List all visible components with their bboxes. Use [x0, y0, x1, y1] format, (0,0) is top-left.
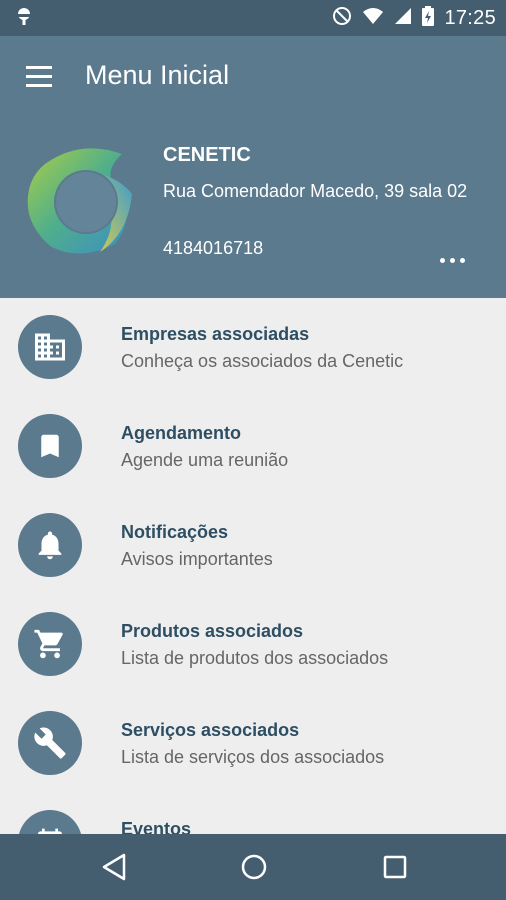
menu-item-servicos[interactable]: Serviços associados Lista de serviços do…: [0, 694, 506, 793]
cenetic-logo: [20, 134, 148, 262]
calendar-icon: [18, 810, 82, 834]
app-header: Menu Inicial CENETIC Rua Comendador Mace…: [0, 36, 506, 298]
android-icon: [14, 7, 34, 32]
cart-icon: [18, 612, 82, 676]
org-phone: 4184016718: [163, 238, 264, 258]
menu-item-title: Produtos associados: [121, 621, 304, 641]
menu-item-subtitle: Lista de produtos dos associados: [121, 648, 389, 668]
menu-item-title: Empresas associadas: [121, 324, 310, 344]
org-address: Rua Comendador Macedo, 39 sala 02: [163, 181, 468, 201]
recents-icon[interactable]: [381, 852, 409, 887]
dnd-icon: [332, 6, 352, 31]
back-icon[interactable]: [100, 852, 128, 887]
system-navigation-bar: [0, 834, 506, 900]
page-title: Menu Inicial: [85, 60, 230, 90]
menu-icon[interactable]: [26, 66, 54, 88]
home-icon[interactable]: [240, 852, 268, 887]
more-options-icon[interactable]: [440, 258, 465, 263]
menu-item-title: Serviços associados: [121, 720, 300, 740]
menu-item-subtitle: Avisos importantes: [121, 549, 273, 569]
menu-item-empresas[interactable]: Empresas associadas Conheça os associado…: [0, 298, 506, 397]
menu-item-notificacoes[interactable]: Notificações Avisos importantes: [0, 496, 506, 595]
status-time: 17:25: [444, 7, 496, 29]
menu-item-eventos[interactable]: Eventos: [0, 793, 506, 834]
org-name: CENETIC: [163, 144, 251, 166]
bookmark-icon: [18, 414, 82, 478]
menu-item-subtitle: Agende uma reunião: [121, 450, 289, 470]
menu-item-title: Eventos: [121, 819, 192, 834]
bell-icon: [18, 513, 82, 577]
building-icon: [18, 315, 82, 379]
signal-icon: [394, 7, 412, 30]
status-bar: 17:25: [0, 0, 506, 36]
battery-icon: [422, 6, 435, 31]
menu-item-produtos[interactable]: Produtos associados Lista de produtos do…: [0, 595, 506, 694]
menu-list: Empresas associadas Conheça os associado…: [0, 298, 506, 834]
menu-item-subtitle: Conheça os associados da Cenetic: [121, 351, 404, 371]
menu-item-title: Agendamento: [121, 423, 242, 443]
menu-item-agendamento[interactable]: Agendamento Agende uma reunião: [0, 397, 506, 496]
wifi-icon: [362, 7, 384, 30]
wrench-icon: [18, 711, 82, 775]
menu-item-title: Notificações: [121, 522, 229, 542]
menu-item-subtitle: Lista de serviços dos associados: [121, 747, 385, 767]
